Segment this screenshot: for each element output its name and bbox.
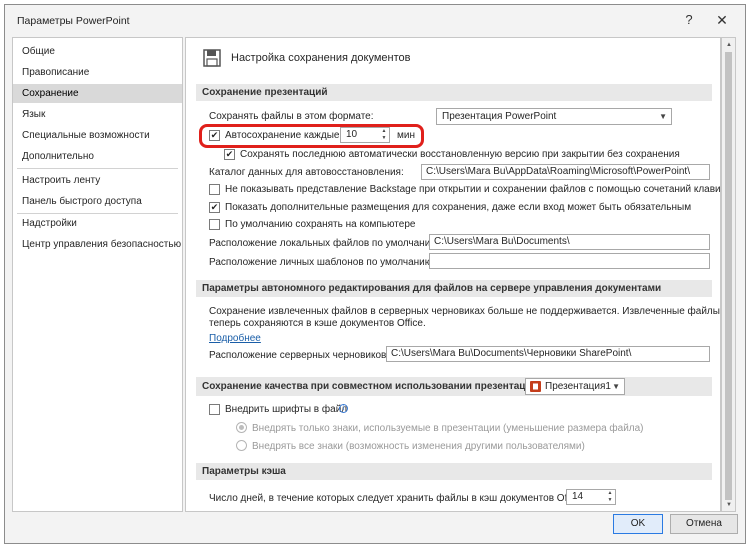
presentation-select[interactable]: Презентация1 ▼: [525, 378, 625, 395]
personal-templates-label: Расположение личных шаблонов по умолчани…: [209, 257, 436, 268]
embed-fonts-label: Внедрить шрифты в файл: [225, 404, 348, 415]
autosave-minutes-stepper[interactable]: 10 ▲ ▼: [340, 127, 390, 143]
local-files-label: Расположение локальных файлов по умолчан…: [209, 238, 441, 249]
sidebar-item-proofing[interactable]: Правописание: [13, 63, 182, 82]
recovery-location-label: Каталог данных для автовосстановления:: [209, 167, 404, 178]
recovery-location-input[interactable]: C:\Users\Mara Bu\AppData\Roaming\Microso…: [421, 164, 710, 180]
presentation-value: Презентация1: [545, 381, 611, 392]
sidebar-item-accessibility[interactable]: Специальные возможности: [13, 126, 182, 145]
cache-days-stepper[interactable]: 14 ▲ ▼: [566, 489, 616, 505]
help-button[interactable]: ?: [679, 11, 699, 29]
scroll-down-icon[interactable]: ▼: [724, 500, 734, 510]
autosave-checkbox[interactable]: ✔: [209, 130, 220, 141]
keep-last-version-checkbox[interactable]: ✔: [224, 149, 235, 160]
powerpoint-icon: [530, 381, 541, 392]
title-bar: Параметры PowerPoint ? ✕: [5, 5, 745, 35]
info-icon: i: [339, 404, 348, 413]
stepper-arrows-icon[interactable]: ▲ ▼: [379, 128, 389, 142]
default-computer-checkbox[interactable]: [209, 219, 220, 230]
embed-fonts-checkbox[interactable]: [209, 404, 220, 415]
server-drafts-input[interactable]: C:\Users\Mara Bu\Documents\Черновики Sha…: [386, 346, 710, 362]
more-places-checkbox[interactable]: ✔: [209, 202, 220, 213]
no-backstage-label: Не показывать представление Backstage пр…: [225, 184, 721, 195]
sidebar-item-language[interactable]: Язык: [13, 105, 182, 124]
sidebar-item-quick-access[interactable]: Панель быстрого доступа: [13, 192, 182, 211]
save-format-select[interactable]: Презентация PowerPoint ▼: [436, 108, 672, 125]
section-header-save: Сохранение презентаций: [196, 84, 712, 101]
sidebar-item-trust-center[interactable]: Центр управления безопасностью: [13, 235, 182, 254]
embed-used-chars-radio[interactable]: [236, 422, 247, 433]
sidebar-divider: [17, 168, 178, 169]
save-format-value: Презентация PowerPoint: [442, 111, 557, 122]
offline-note-line1: Сохранение извлеченных файлов в серверны…: [209, 306, 720, 317]
sidebar-item-advanced[interactable]: Дополнительно: [13, 147, 182, 166]
scroll-thumb[interactable]: [725, 52, 732, 500]
chevron-down-icon: ▼: [612, 382, 620, 391]
embed-all-chars-label: Внедрять все знаки (возможность изменени…: [252, 441, 585, 452]
more-info-link[interactable]: Подробнее: [209, 333, 261, 344]
autosave-label: Автосохранение каждые: [225, 130, 340, 141]
keep-last-version-label: Сохранять последнюю автоматически восста…: [240, 149, 680, 160]
embed-all-chars-radio[interactable]: [236, 440, 247, 451]
page-title: Настройка сохранения документов: [231, 52, 411, 64]
chevron-down-icon: ▼: [659, 112, 667, 121]
embed-used-chars-label: Внедрять только знаки, используемые в пр…: [252, 423, 644, 434]
section-header-quality: Сохранение качества при совместном испол…: [196, 377, 712, 396]
more-places-label: Показать дополнительные размещения для с…: [225, 202, 692, 213]
quality-header-label: Сохранение качества при совместном испол…: [202, 381, 542, 392]
content-scrollbar[interactable]: ▲ ▼: [721, 37, 736, 512]
cancel-button[interactable]: Отмена: [670, 514, 738, 534]
local-files-input[interactable]: C:\Users\Mara Bu\Documents\: [429, 234, 710, 250]
format-label: Сохранять файлы в этом формате:: [209, 111, 374, 122]
sidebar-item-addins[interactable]: Надстройки: [13, 214, 182, 233]
personal-templates-input[interactable]: [429, 253, 710, 269]
no-backstage-checkbox[interactable]: [209, 184, 220, 195]
sidebar-item-save[interactable]: Сохранение: [13, 84, 182, 103]
cache-days-label: Число дней, в течение которых следует хр…: [209, 493, 586, 504]
close-button[interactable]: ✕: [712, 11, 732, 29]
autosave-minutes-value: 10: [346, 129, 358, 140]
default-computer-label: По умолчанию сохранять на компьютере: [225, 219, 416, 230]
save-options-panel: Настройка сохранения документов Сохранен…: [185, 37, 721, 512]
sidebar-item-customize-ribbon[interactable]: Настроить ленту: [13, 171, 182, 190]
save-document-icon: [203, 49, 221, 67]
window-title: Параметры PowerPoint: [17, 15, 130, 27]
cache-days-value: 14: [572, 491, 584, 502]
offline-note-line2: теперь сохраняются в кэше документов Off…: [209, 318, 426, 329]
ok-button[interactable]: OK: [613, 514, 663, 534]
scroll-up-icon[interactable]: ▲: [724, 40, 734, 50]
server-drafts-label: Расположение серверных черновиков:: [209, 350, 390, 361]
sidebar-item-general[interactable]: Общие: [13, 42, 182, 61]
section-header-offline: Параметры автономного редактирования для…: [196, 280, 712, 297]
options-sidebar: Общие Правописание Сохранение Язык Специ…: [12, 37, 183, 512]
stepper-arrows-icon[interactable]: ▲ ▼: [605, 490, 615, 504]
autosave-unit: мин: [397, 130, 415, 141]
section-header-cache: Параметры кэша: [196, 463, 712, 480]
